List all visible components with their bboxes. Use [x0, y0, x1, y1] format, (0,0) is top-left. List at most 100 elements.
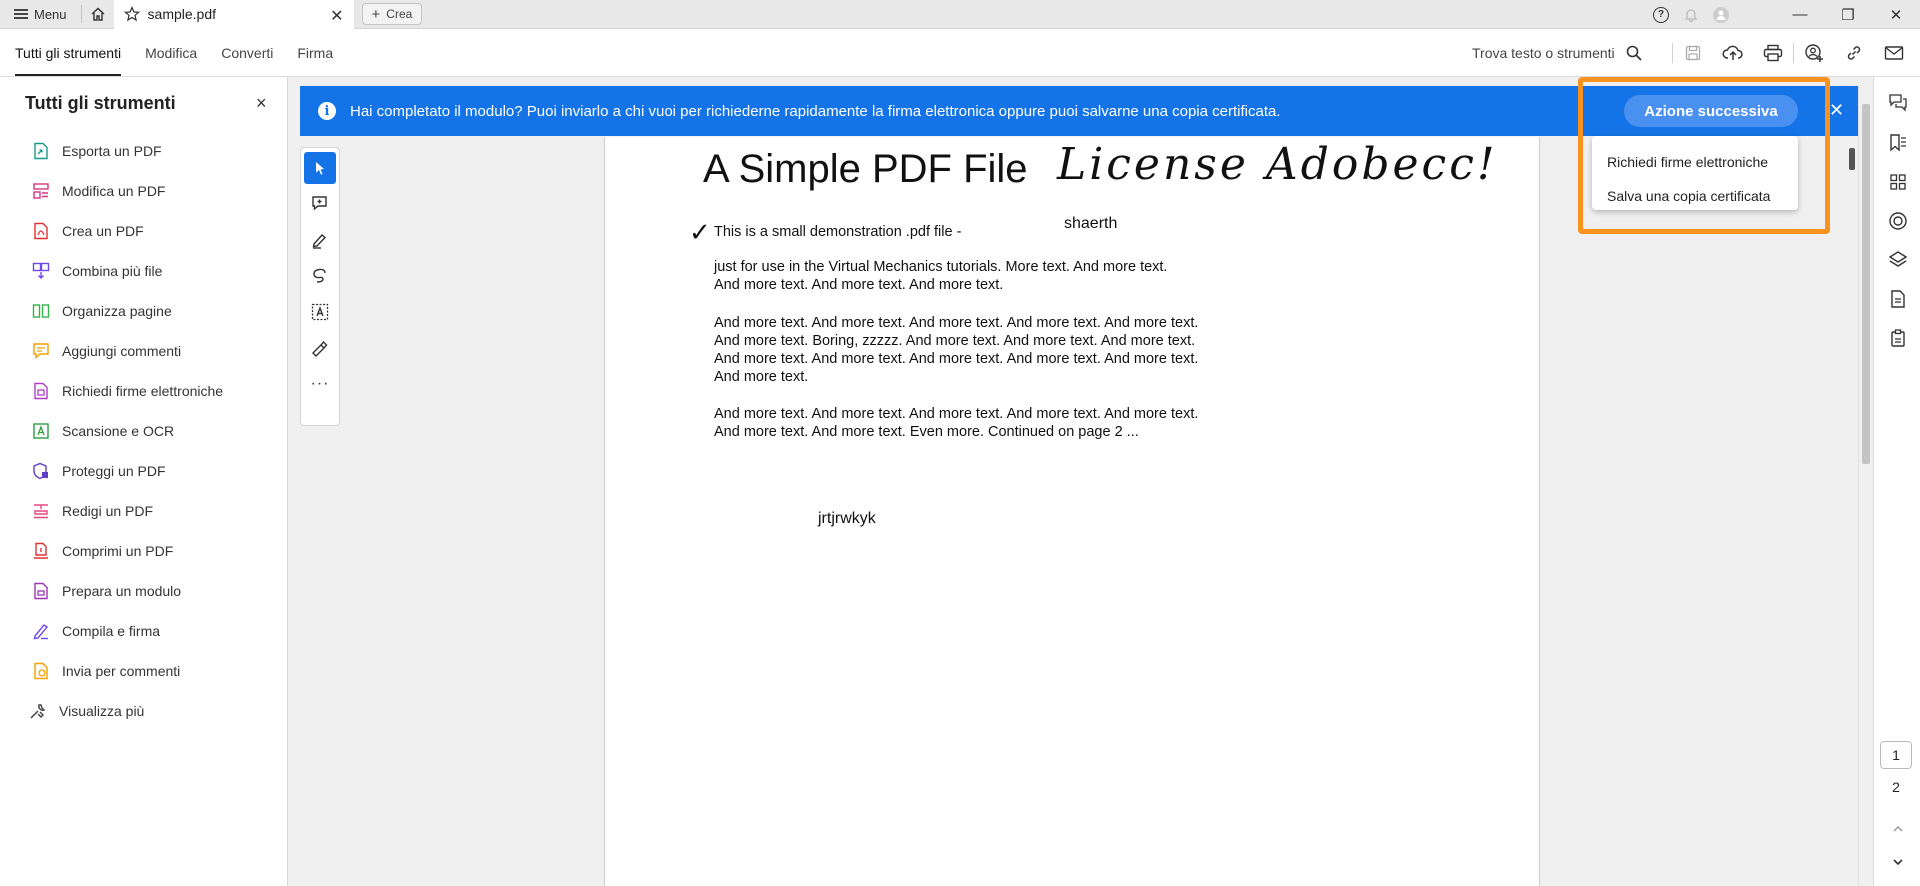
share-user-button[interactable] [1794, 29, 1834, 77]
tool-request-signatures[interactable]: Richiedi firme elettroniche [32, 371, 223, 411]
text-annotation[interactable]: shaerth [1064, 215, 1117, 233]
upload-button[interactable] [1713, 29, 1753, 77]
tab-sign[interactable]: Firma [297, 45, 333, 61]
signature-pen-icon [312, 340, 328, 357]
tool-combine-files[interactable]: Combina più file [32, 251, 223, 291]
document-properties-button[interactable] [1886, 287, 1910, 311]
request-signature-icon [32, 382, 50, 400]
link-button[interactable] [1834, 29, 1874, 77]
tool-send-comments[interactable]: Invia per commenti [32, 651, 223, 691]
next-page-button[interactable] [1886, 850, 1910, 874]
email-button[interactable] [1874, 29, 1914, 77]
title-bar: Menu sample.pdf ✕ + Crea ? — ❐ ✕ [0, 0, 1920, 29]
vertical-scrollbar[interactable] [1858, 86, 1872, 886]
attachments-button[interactable] [1886, 326, 1910, 350]
restore-button[interactable]: ❐ [1824, 0, 1872, 29]
close-window-button[interactable]: ✕ [1872, 0, 1920, 29]
create-pdf-icon [32, 222, 50, 240]
signature-annotation[interactable]: License Adobecc! [1057, 139, 1498, 190]
combine-files-icon [32, 262, 50, 280]
window-controls: ? — ❐ ✕ [1646, 0, 1920, 29]
more-tools-button[interactable]: ··· [304, 368, 336, 400]
tool-scan-ocr[interactable]: Scansione e OCR [32, 411, 223, 451]
search-icon[interactable] [1625, 44, 1643, 62]
all-tools-panel: Tutti gli strumenti × Esporta un PDF Mod… [0, 77, 288, 886]
tool-export-pdf[interactable]: Esporta un PDF [32, 131, 223, 171]
scroll-thumb[interactable] [1862, 104, 1870, 464]
create-button[interactable]: + Crea [361, 3, 423, 25]
menu-button[interactable]: Menu [0, 0, 81, 29]
accessibility-button[interactable] [1886, 209, 1910, 233]
next-action-button[interactable]: Azione successiva [1624, 95, 1798, 127]
avatar-icon[interactable] [1713, 6, 1729, 23]
banner-close-icon[interactable]: ✕ [1829, 100, 1844, 121]
toolbar-icons [1672, 29, 1914, 77]
export-pdf-icon [32, 142, 50, 160]
comments-icon [1889, 94, 1907, 112]
tab-all-tools[interactable]: Tutti gli strumenti [15, 31, 122, 76]
tool-prepare-form[interactable]: Prepara un modulo [32, 571, 223, 611]
document-tab[interactable]: sample.pdf ✕ [113, 0, 354, 29]
page-scroll-thumb[interactable] [1849, 148, 1855, 170]
tool-create-pdf[interactable]: Crea un PDF [32, 211, 223, 251]
thumbnails-button[interactable] [1886, 170, 1910, 194]
page-number-next[interactable]: 2 [1880, 773, 1912, 801]
tool-organize-pages[interactable]: Organizza pagine [32, 291, 223, 331]
text-box-button[interactable] [304, 296, 336, 328]
minimize-button[interactable]: — [1776, 0, 1824, 29]
shield-icon [32, 462, 50, 480]
bell-icon[interactable] [1683, 7, 1699, 23]
select-tool-button[interactable] [304, 152, 336, 184]
panel-close-icon[interactable]: × [256, 93, 267, 114]
banner-message: Hai completato il modulo? Puoi inviarlo … [350, 102, 1281, 120]
tool-redact-pdf[interactable]: Redigi un PDF [32, 491, 223, 531]
help-icon[interactable]: ? [1653, 6, 1669, 23]
highlight-button[interactable] [304, 224, 336, 256]
organize-pages-icon [32, 302, 50, 320]
tool-edit-pdf[interactable]: Modifica un PDF [32, 171, 223, 211]
page-number-current[interactable]: 1 [1880, 741, 1912, 769]
save-button[interactable] [1673, 29, 1713, 77]
tool-compress-pdf[interactable]: Comprimi un PDF [32, 531, 223, 571]
menu-item-request-signatures[interactable]: Richiedi firme elettroniche [1592, 145, 1798, 179]
tool-fill-sign[interactable]: Compila e firma [32, 611, 223, 651]
find-tools[interactable]: Trova testo o strumenti [1472, 29, 1643, 77]
tool-add-comments[interactable]: Aggiungi commenti [32, 331, 223, 371]
scan-ocr-icon [32, 422, 50, 440]
sign-button[interactable] [304, 332, 336, 364]
pen-icon [312, 234, 327, 249]
cursor-icon [316, 162, 324, 175]
tool-label: Combina più file [62, 263, 163, 279]
save-icon [1685, 45, 1701, 61]
home-button[interactable] [82, 0, 114, 29]
print-button[interactable] [1753, 29, 1793, 77]
tool-label: Compila e firma [62, 623, 161, 639]
add-comment-button[interactable] [304, 188, 336, 220]
tool-label: Proteggi un PDF [62, 463, 166, 479]
text-annotation[interactable]: jrtjrwkyk [818, 510, 876, 528]
bookmarks-button[interactable] [1886, 131, 1910, 155]
checkmark-annotation[interactable]: ✓ [689, 217, 711, 248]
draw-button[interactable] [304, 260, 336, 292]
menu-item-save-certified-copy[interactable]: Salva una copia certificata [1592, 179, 1798, 213]
prev-page-button[interactable] [1886, 817, 1910, 841]
tab-title: sample.pdf [147, 6, 217, 22]
find-label: Trova testo o strumenti [1472, 45, 1615, 61]
star-icon[interactable] [123, 6, 140, 22]
lasso-icon [313, 268, 326, 283]
next-action-menu: Richiedi firme elettroniche Salva una co… [1592, 136, 1798, 210]
text-box-icon [311, 303, 329, 321]
quick-tools-bar: ··· [300, 147, 340, 426]
tool-label: Scansione e OCR [62, 423, 175, 439]
main-toolbar: Tutti gli strumenti Modifica Converti Fi… [0, 29, 1920, 77]
comments-panel-button[interactable] [1886, 91, 1910, 115]
tool-label: Invia per commenti [62, 663, 181, 679]
tab-close-icon[interactable]: ✕ [330, 6, 343, 26]
tool-protect-pdf[interactable]: Proteggi un PDF [32, 451, 223, 491]
tool-label: Comprimi un PDF [62, 543, 174, 559]
tool-view-more[interactable]: Visualizza più [29, 691, 223, 731]
layers-button[interactable] [1886, 248, 1910, 272]
tab-convert[interactable]: Converti [221, 45, 273, 61]
bookmark-icon [1890, 134, 1906, 152]
tab-edit[interactable]: Modifica [145, 45, 197, 61]
